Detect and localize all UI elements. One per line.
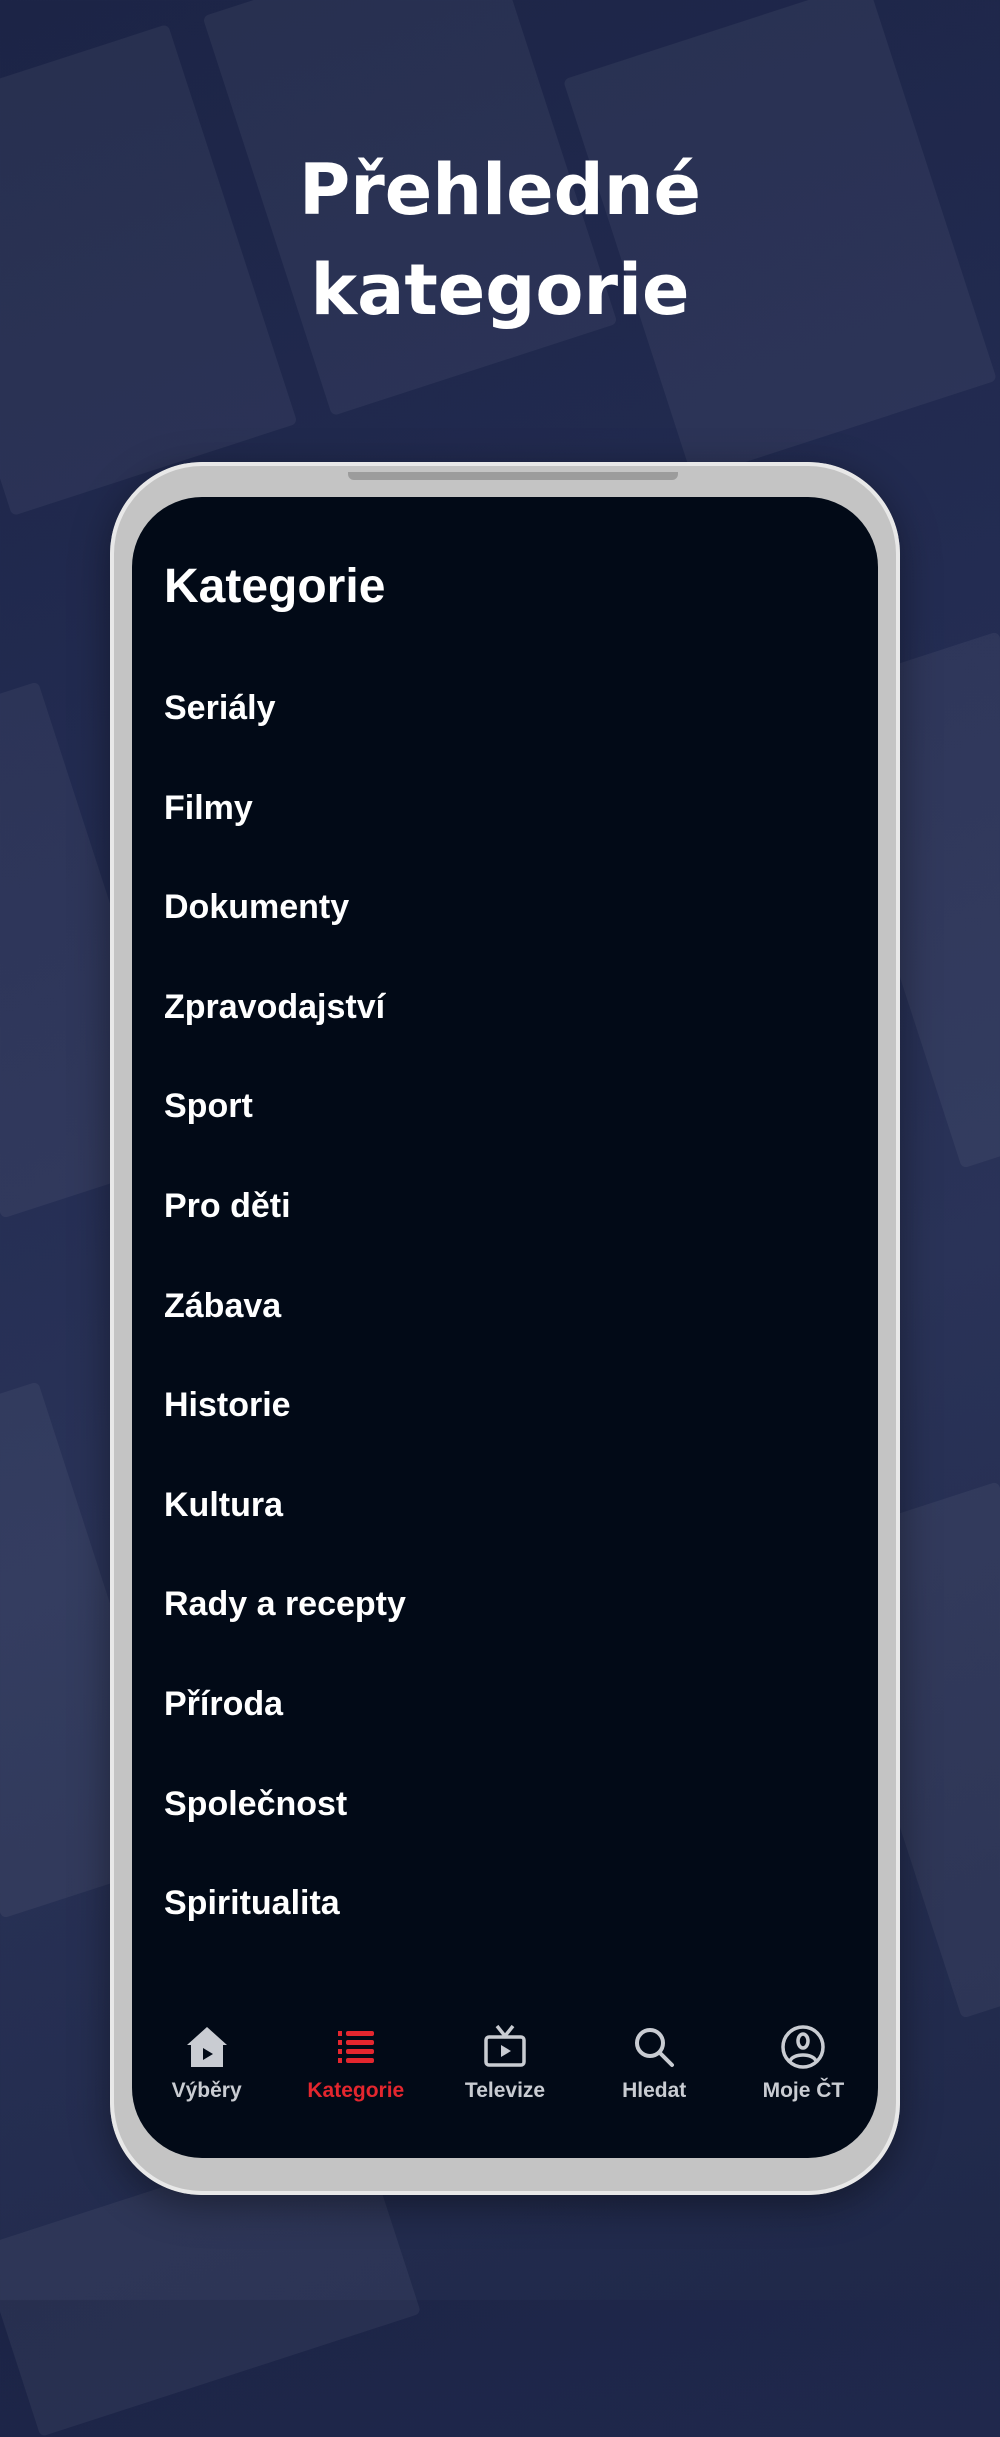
list-icon <box>337 2031 374 2063</box>
category-item-pro-deti[interactable]: Pro děti <box>164 1177 406 1277</box>
nav-item-moje-ct[interactable]: Moje ČT <box>729 1978 878 2158</box>
category-item-filmy[interactable]: Filmy <box>164 779 406 879</box>
headline-line1: Přehledné <box>298 149 702 231</box>
category-item-zpravodajstvi[interactable]: Zpravodajství <box>164 978 406 1078</box>
headline: Přehledné kategorie <box>0 140 1000 340</box>
user-circle-icon <box>781 2025 826 2069</box>
nav-label: Televize <box>464 2079 546 2102</box>
page-title: Kategorie <box>164 560 386 613</box>
category-list: Seriály Filmy Dokumenty Zpravodajství Sp… <box>164 679 406 1974</box>
category-item-priroda[interactable]: Příroda <box>164 1675 406 1775</box>
nav-item-kategorie[interactable]: Kategorie <box>281 1978 430 2158</box>
bottom-nav: Výběry Kategorie Televize Hledat Moje ČT <box>132 1978 878 2158</box>
phone-screen: Kategorie Seriály Filmy Dokumenty Zpravo… <box>132 497 878 2158</box>
phone-frame: Kategorie Seriály Filmy Dokumenty Zpravo… <box>110 462 900 2195</box>
category-item-kultura[interactable]: Kultura <box>164 1476 406 1576</box>
home-play-icon <box>186 2027 227 2067</box>
nav-label: Moje ČT <box>762 2079 845 2102</box>
category-item-historie[interactable]: Historie <box>164 1376 406 1476</box>
search-icon <box>635 2028 675 2067</box>
nav-item-televize[interactable]: Televize <box>430 1978 579 2158</box>
nav-label: Výběry <box>171 2079 242 2102</box>
phone-speaker <box>348 472 678 480</box>
category-item-serialy[interactable]: Seriály <box>164 679 406 779</box>
category-item-dokumenty[interactable]: Dokumenty <box>164 878 406 978</box>
category-item-spolecnost[interactable]: Společnost <box>164 1775 406 1875</box>
category-item-sport[interactable]: Sport <box>164 1077 406 1177</box>
nav-item-vybery[interactable]: Výběry <box>132 1978 281 2158</box>
nav-item-hledat[interactable]: Hledat <box>580 1978 729 2158</box>
nav-label: Hledat <box>622 2079 687 2102</box>
tv-icon <box>484 2024 526 2067</box>
headline-line2: kategorie <box>310 249 690 331</box>
category-item-zabava[interactable]: Zábava <box>164 1277 406 1377</box>
category-item-spiritualita[interactable]: Spiritualita <box>164 1874 406 1974</box>
nav-label: Kategorie <box>307 2079 405 2102</box>
category-item-rady-a-recepty[interactable]: Rady a recepty <box>164 1575 406 1675</box>
